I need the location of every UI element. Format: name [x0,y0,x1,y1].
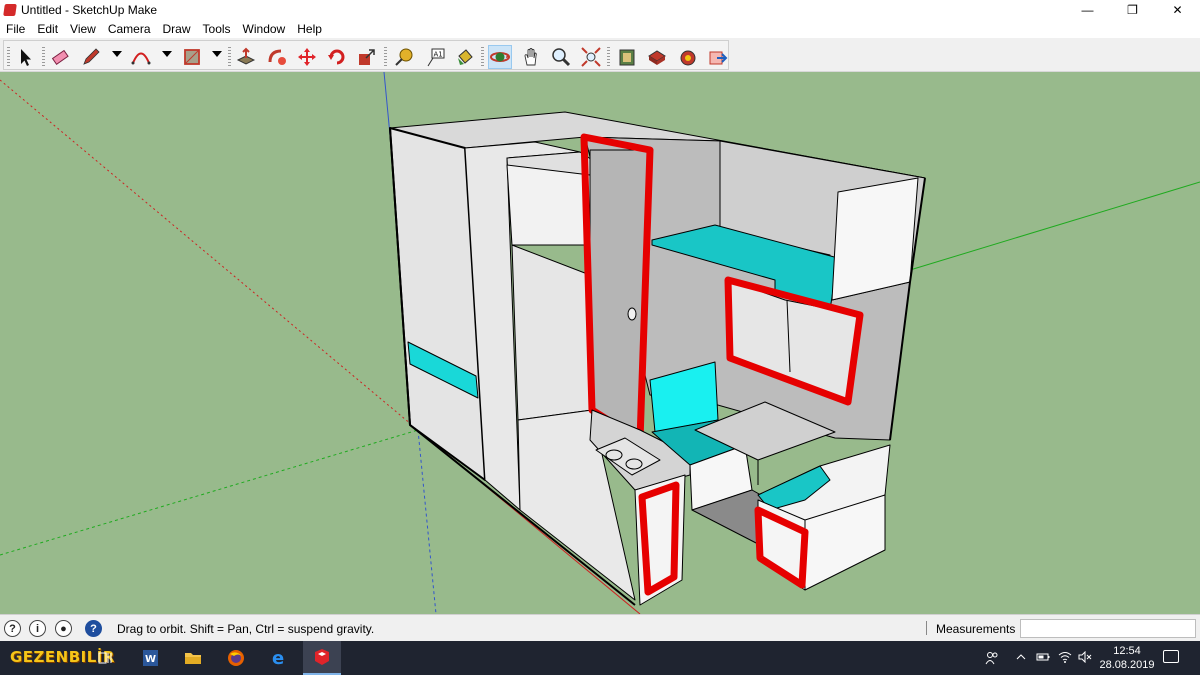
toolbar-separator [228,47,231,67]
pencil-dropdown-icon[interactable] [112,51,122,57]
credits-icon[interactable]: i [29,620,46,637]
menu-camera[interactable]: Camera [102,22,157,36]
wifi-icon[interactable] [1058,651,1072,666]
upper-cabinet-face [506,164,591,246]
rotate-icon[interactable] [325,45,349,69]
people-icon[interactable] [985,651,999,668]
scale-icon[interactable] [355,45,379,69]
green-axis [909,181,1200,271]
system-clock[interactable]: 12:54 28.08.2019 [1097,644,1157,672]
geo-location-icon[interactable]: ? [4,620,21,637]
eraser-icon[interactable] [48,45,72,69]
restore-button[interactable]: ❐ [1110,0,1155,20]
svg-text:e: e [272,648,284,668]
toolbar-separator [607,47,610,67]
clock-time: 12:54 [1113,645,1141,657]
sketchup-app-icon[interactable] [303,641,341,675]
warehouse-icon[interactable] [615,45,639,69]
arc-icon[interactable] [129,45,153,69]
follow-me-icon[interactable] [265,45,289,69]
window-controls: — ❐ ✕ [1065,0,1200,20]
volume-muted-icon[interactable] [1078,650,1092,666]
component-icon[interactable] [676,45,700,69]
help-icon[interactable]: ? [85,620,102,637]
menu-bar: File Edit View Camera Draw Tools Window … [0,20,1200,38]
edge-icon[interactable]: e [260,641,298,675]
menu-file[interactable]: File [0,22,31,36]
svg-text:W: W [145,654,156,665]
paint-bucket-icon[interactable] [453,45,477,69]
toolbar-frame: A1 [3,40,729,70]
3d-viewport[interactable] [0,72,1200,614]
menu-window[interactable]: Window [237,22,292,36]
camper-van-model[interactable] [389,111,926,606]
file-explorer-icon[interactable] [174,641,212,675]
model-scene[interactable] [0,72,1200,614]
upper-bunk-end [831,177,919,301]
zoom-icon[interactable] [549,45,573,69]
move-icon[interactable] [295,45,319,69]
tape-measure-icon[interactable] [392,45,416,69]
toolbar-separator [481,47,484,67]
sketchup-logo-icon [3,4,17,16]
status-bar: ? i ● ? Drag to orbit. Shift = Pan, Ctrl… [0,614,1200,641]
measurements-label: Measurements [936,622,1016,636]
windows-taskbar: GEZENBILİR W e 12:54 28.08.2019 [0,641,1200,675]
word-app-icon[interactable]: W [131,641,169,675]
menu-tools[interactable]: Tools [197,22,237,36]
menu-view[interactable]: View [64,22,102,36]
toolbar-grip [7,47,10,67]
green-axis-negative [0,429,419,556]
pan-icon[interactable] [519,45,543,69]
push-pull-icon[interactable] [234,45,258,69]
door-handle [627,307,637,321]
clock-date: 28.08.2019 [1099,659,1155,671]
measurements-input[interactable] [1020,619,1196,638]
rectangle-icon[interactable] [180,45,204,69]
title-bar: Untitled - SketchUp Make — ❐ ✕ [0,0,1200,20]
user-account-icon[interactable]: ● [55,620,72,637]
status-hint: Drag to orbit. Shift = Pan, Ctrl = suspe… [117,622,375,636]
extension-icon[interactable] [645,45,669,69]
menu-draw[interactable]: Draw [157,22,197,36]
menu-edit[interactable]: Edit [31,22,64,36]
toolbar: A1 [0,38,1200,72]
minimize-button[interactable]: — [1065,0,1110,20]
share-icon[interactable] [706,45,730,69]
select-icon[interactable] [14,45,38,69]
firefox-icon[interactable] [217,641,255,675]
close-button[interactable]: ✕ [1155,0,1200,20]
chevron-up-icon[interactable] [1016,651,1026,665]
window-title: Untitled - SketchUp Make [21,3,158,17]
zoom-extents-icon[interactable] [579,45,603,69]
blue-axis-negative [417,429,437,614]
task-view-icon[interactable] [86,641,124,675]
red-axis-negative [0,79,419,431]
svg-text:A1: A1 [434,51,443,59]
battery-icon[interactable] [1036,651,1050,665]
arc-dropdown-icon[interactable] [162,51,172,57]
fridge-cabinet [511,244,593,421]
rectangle-dropdown-icon[interactable] [212,51,222,57]
menu-help[interactable]: Help [291,22,328,36]
notification-center-icon[interactable] [1163,650,1179,663]
toolbar-separator [384,47,387,67]
toolbar-separator [42,47,45,67]
status-separator [926,621,927,635]
orbit-icon[interactable] [488,45,512,69]
text-icon[interactable]: A1 [423,45,447,69]
pencil-icon[interactable] [79,45,103,69]
